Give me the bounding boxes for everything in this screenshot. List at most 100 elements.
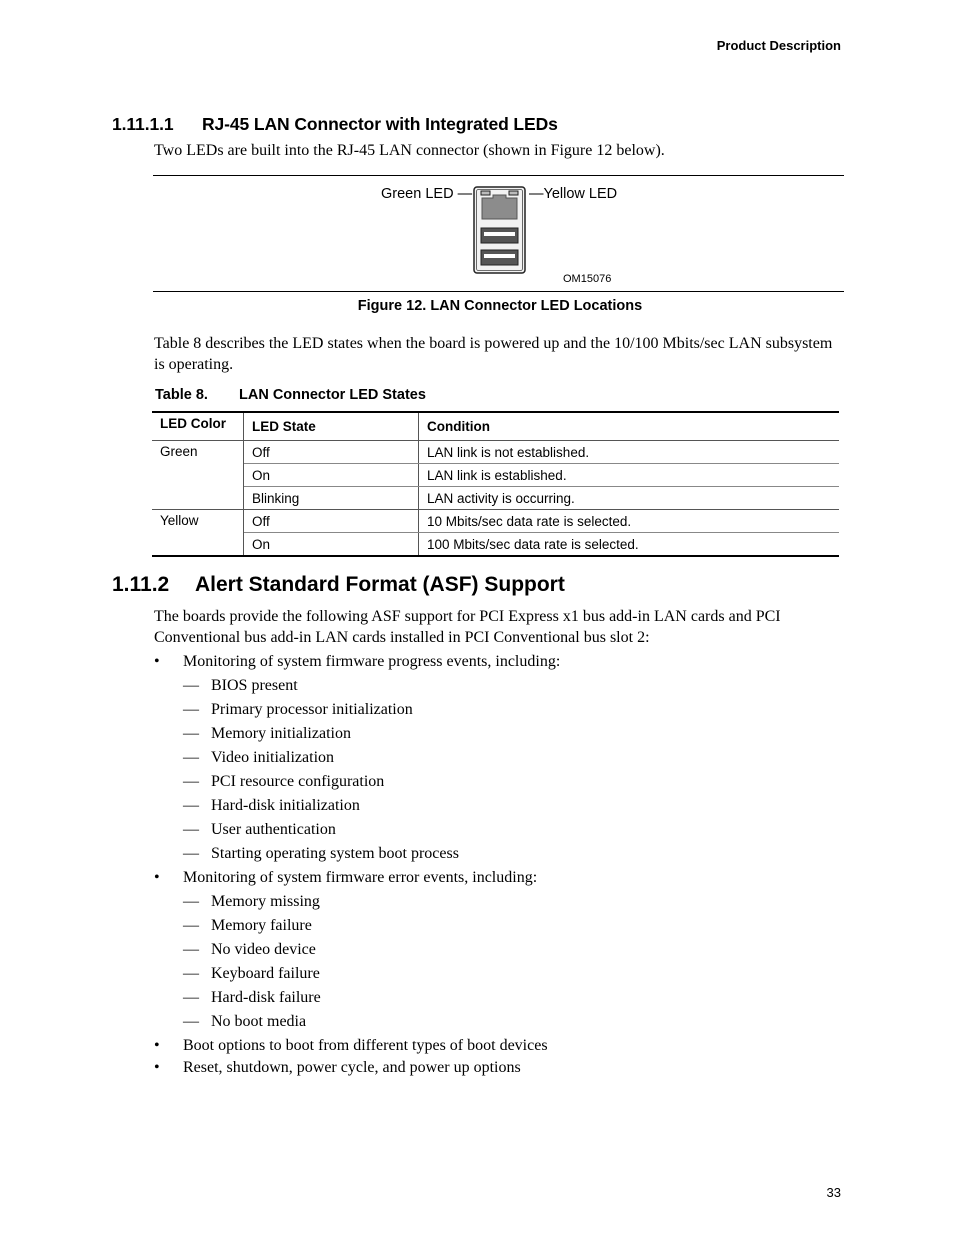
bullet-icon: • bbox=[154, 1059, 160, 1076]
led-state-cell: On bbox=[243, 532, 419, 557]
sub-list-item-text: Hard-disk failure bbox=[211, 989, 321, 1006]
dash-icon: — bbox=[183, 965, 199, 982]
table-title: LAN Connector LED States bbox=[239, 387, 426, 403]
asf-feature-list: • Monitoring of system firmware progress … bbox=[154, 651, 560, 1079]
led-color-cell: Green bbox=[152, 440, 244, 510]
table-row: On LAN link is established. bbox=[152, 463, 839, 487]
sub-list-item: — User authentication bbox=[183, 819, 560, 841]
dash-icon: — bbox=[183, 893, 199, 910]
dash-icon: — bbox=[183, 1013, 199, 1030]
sub-list-item-text: No boot media bbox=[211, 1013, 307, 1030]
sub-list-item: — Primary processor initialization bbox=[183, 699, 560, 721]
list-item: • Monitoring of system firmware progress … bbox=[154, 651, 560, 865]
sub-list-item-text: Memory missing bbox=[211, 893, 320, 910]
column-header: LED Color bbox=[152, 412, 244, 441]
section-title: RJ-45 LAN Connector with Integrated LEDs bbox=[202, 114, 558, 134]
dash-icon: — bbox=[183, 701, 199, 718]
figure-12: Green LED — —Yellow LED OM15076 bbox=[153, 175, 844, 292]
condition-cell: 10 Mbits/sec data rate is selected. bbox=[418, 509, 839, 533]
table-row: Green Off LAN link is not established. bbox=[152, 440, 839, 510]
condition-cell: LAN link is established. bbox=[418, 463, 839, 487]
sub-list-item: — Hard-disk initialization bbox=[183, 795, 560, 817]
sub-list-item-text: Hard-disk initialization bbox=[211, 797, 360, 814]
dash-icon: — bbox=[183, 989, 199, 1006]
sub-list-item-text: No video device bbox=[211, 941, 316, 958]
bullet-icon: • bbox=[154, 869, 160, 886]
sub-list-item: — Video initialization bbox=[183, 747, 560, 769]
section-heading-1-11-1-1: 1.11.1.1 RJ-45 LAN Connector with Integra… bbox=[112, 114, 558, 135]
asf-intro-paragraph: The boards provide the following ASF sup… bbox=[154, 608, 781, 646]
sub-list: — Memory missing — Memory failure — No video … bbox=[183, 891, 560, 1033]
led-state-cell: Off bbox=[243, 440, 419, 464]
sub-list-item-text: BIOS present bbox=[211, 677, 298, 694]
section-heading-1-11-2: 1.11.2 Alert Standard Format (ASF) Suppor… bbox=[112, 573, 565, 597]
list-item-text: Boot options to boot from different type… bbox=[183, 1037, 548, 1054]
dash-icon: — bbox=[183, 677, 199, 694]
sub-list-item-text: Keyboard failure bbox=[211, 965, 320, 982]
sub-list-item-text: Starting operating system boot process bbox=[211, 845, 459, 862]
list-item: • Boot options to boot from different typ… bbox=[154, 1035, 560, 1057]
table-caption: Table 8. LAN Connector LED States bbox=[155, 387, 426, 403]
page-number: 33 bbox=[826, 1185, 841, 1200]
sub-list-item: — Memory failure bbox=[183, 915, 560, 937]
sub-list-item-text: Memory failure bbox=[211, 917, 312, 934]
condition-cell: LAN activity is occurring. bbox=[418, 486, 839, 510]
rj45-usb-connector-stack-icon bbox=[473, 186, 526, 274]
table-row: Blinking LAN activity is occurring. bbox=[152, 486, 839, 510]
dash-icon: — bbox=[183, 845, 199, 862]
led-states-table: LED Color LED State Condition Green Off … bbox=[152, 411, 839, 557]
led-state-cell: Off bbox=[243, 509, 419, 533]
sub-list-item: — Hard-disk failure bbox=[183, 987, 560, 1009]
column-header: LED State bbox=[243, 412, 419, 441]
table-row: On 100 Mbits/sec data rate is selected. bbox=[152, 532, 839, 557]
condition-cell: LAN link is not established. bbox=[418, 440, 839, 464]
section-intro-paragraph: Two LEDs are built into the RJ-45 LAN co… bbox=[154, 142, 665, 159]
green-led-label: Green LED — bbox=[381, 186, 473, 202]
sub-list-item: — Memory missing bbox=[183, 891, 560, 913]
list-item-text: Reset, shutdown, power cycle, and power … bbox=[183, 1059, 521, 1076]
green-led-icon bbox=[480, 190, 491, 196]
list-item: • Monitoring of system firmware error eve… bbox=[154, 867, 560, 1033]
led-state-cell: On bbox=[243, 463, 419, 487]
sub-list-item-text: User authentication bbox=[211, 821, 336, 838]
dash-icon: — bbox=[183, 749, 199, 766]
sub-list-item: — No boot media bbox=[183, 1011, 560, 1033]
table-header-row: LED Color LED State Condition bbox=[152, 412, 839, 441]
sub-list-item-text: Memory initialization bbox=[211, 725, 351, 742]
sub-list-item: — Keyboard failure bbox=[183, 963, 560, 985]
bullet-icon: • bbox=[154, 1037, 160, 1054]
section-title: Alert Standard Format (ASF) Support bbox=[195, 573, 565, 596]
bullet-icon: • bbox=[154, 653, 160, 670]
section-number: 1.11.2 bbox=[112, 573, 170, 596]
figure-code: OM15076 bbox=[563, 273, 612, 285]
list-item-text: Monitoring of system firmware progress e… bbox=[183, 653, 561, 670]
sub-list: — BIOS present — Primary processor initiali… bbox=[183, 675, 560, 865]
table-intro-paragraph: Table 8 describes the LED states when th… bbox=[154, 335, 833, 373]
yellow-led-label: —Yellow LED bbox=[529, 186, 618, 202]
yellow-led-icon bbox=[508, 190, 519, 196]
column-header: Condition bbox=[427, 419, 490, 434]
dash-icon: — bbox=[183, 773, 199, 790]
list-item-text: Monitoring of system firmware error even… bbox=[183, 869, 538, 886]
dash-icon: — bbox=[183, 821, 199, 838]
table-row: Yellow Off 10 Mbits/sec data rate is sel… bbox=[152, 509, 839, 557]
dash-icon: — bbox=[183, 725, 199, 742]
sub-list-item: — Starting operating system boot process bbox=[183, 843, 560, 865]
sub-list-item: — Memory initialization bbox=[183, 723, 560, 745]
led-state-cell: Blinking bbox=[243, 486, 419, 510]
dash-icon: — bbox=[183, 797, 199, 814]
dash-icon: — bbox=[183, 917, 199, 934]
sub-list-item-text: Primary processor initialization bbox=[211, 701, 413, 718]
running-header: Product Description bbox=[716, 38, 841, 53]
figure-caption: Figure 12. LAN Connector LED Locations bbox=[357, 298, 643, 314]
sub-list-item: — BIOS present bbox=[183, 675, 560, 697]
rj45-port-icon bbox=[481, 194, 518, 220]
sub-list-item-text: Video initialization bbox=[211, 749, 335, 766]
dash-icon: — bbox=[183, 941, 199, 958]
sub-list-item: — PCI resource configuration bbox=[183, 771, 560, 793]
condition-cell: 100 Mbits/sec data rate is selected. bbox=[418, 532, 839, 557]
sub-list-item: — No video device bbox=[183, 939, 560, 961]
led-color-cell: Yellow bbox=[152, 509, 244, 557]
table-number: Table 8. bbox=[155, 387, 208, 403]
sub-list-item-text: PCI resource configuration bbox=[211, 773, 385, 790]
